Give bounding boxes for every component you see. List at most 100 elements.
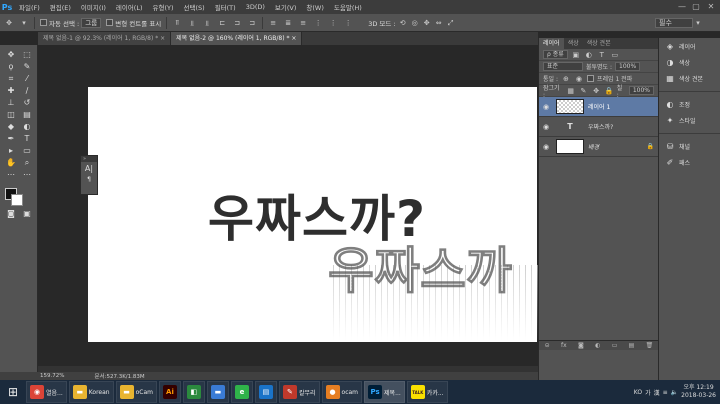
quick-mask-icon[interactable]: ◙ xyxy=(5,208,17,219)
unify-visibility-icon[interactable]: ◉ xyxy=(574,74,584,84)
adjustment-layer-icon[interactable]: ◐ xyxy=(595,342,600,349)
eye-icon[interactable]: ◉ xyxy=(543,103,552,111)
auto-select-dropdown[interactable]: 그룹 xyxy=(81,17,102,28)
3d-scale-icon[interactable]: ⤢ xyxy=(446,18,456,28)
layer-name[interactable]: 우짜스까? xyxy=(588,122,613,131)
adjust-filter-icon[interactable]: ◐ xyxy=(584,50,594,60)
distribute-icon[interactable]: ⋮ xyxy=(343,18,353,28)
tab-color[interactable]: 색상 xyxy=(564,38,583,49)
ime-hangul-indicator[interactable]: 가 xyxy=(645,388,651,397)
ime-hanja-indicator[interactable]: 漢 xyxy=(654,388,660,397)
volume-icon[interactable]: 🔈 xyxy=(671,389,678,396)
path-select-tool-icon[interactable]: ▸ xyxy=(5,145,17,156)
layer-kind-dropdown[interactable]: ρ 종류 xyxy=(543,50,568,59)
screen-mode-icon[interactable]: ▣ xyxy=(21,208,33,219)
layer-row[interactable]: ◉ 배경 🔒 xyxy=(539,137,658,157)
gradient-tool-icon[interactable]: ▤ xyxy=(21,109,33,120)
menu-file[interactable]: 파일(F) xyxy=(14,2,45,12)
taskbar-item-folder-korean[interactable]: ▬ Korean xyxy=(68,381,114,403)
tab-layers[interactable]: 레이어 xyxy=(539,38,564,49)
distribute-icon[interactable]: ≡ xyxy=(268,18,278,28)
menu-filter[interactable]: 필터(T) xyxy=(210,2,241,12)
tab-document-1[interactable]: 제목 없음-1 @ 92.3% (레이어 1, RGB/8) * × xyxy=(38,32,172,45)
dock-item-adjustments[interactable]: ◐ 조정 xyxy=(659,96,720,112)
taskbar-item-app[interactable]: ▤ xyxy=(254,381,277,403)
brush-tool-icon[interactable]: ∕ xyxy=(21,85,33,96)
zoom-level[interactable]: 159.72% xyxy=(40,373,64,379)
taskbar-item-app[interactable]: ▬ xyxy=(206,381,229,403)
pixel-filter-icon[interactable]: ▣ xyxy=(571,50,581,60)
ime-menu-icon[interactable]: ≡ xyxy=(663,389,668,396)
clock[interactable]: 오후 12:19 2018-03-26 xyxy=(681,384,716,400)
menu-view[interactable]: 보기(V) xyxy=(270,2,301,12)
distribute-icon[interactable]: ⋮ xyxy=(313,18,323,28)
align-bottom-icon[interactable]: ⫫ xyxy=(202,18,212,28)
chevron-down-icon[interactable]: ▾ xyxy=(693,18,703,28)
dock-item-styles[interactable]: ✦ 스타일 xyxy=(659,112,720,128)
quick-select-tool-icon[interactable]: ✎ xyxy=(21,61,33,72)
align-left-icon[interactable]: ⊏ xyxy=(217,18,227,28)
stamp-tool-icon[interactable]: ⊥ xyxy=(5,97,17,108)
align-top-icon[interactable]: ⫪ xyxy=(172,18,182,28)
close-button[interactable]: ✕ xyxy=(705,1,717,12)
dock-item-swatches[interactable]: ▦ 색상 견본 xyxy=(659,70,720,86)
shape-tool-icon[interactable]: ▭ xyxy=(21,145,33,156)
ime-indicator[interactable]: KO xyxy=(634,389,642,396)
background-color-swatch[interactable] xyxy=(11,194,23,206)
3d-pan-icon[interactable]: ✥ xyxy=(422,18,432,28)
lock-position-icon[interactable]: ✥ xyxy=(591,86,601,96)
taskbar-item-chrome[interactable]: ◉ 열음... xyxy=(26,381,67,403)
type-tool-icon[interactable]: T xyxy=(21,133,33,144)
eye-icon[interactable]: ◉ xyxy=(543,123,552,131)
eye-icon[interactable]: ◉ xyxy=(543,143,552,151)
menu-3d[interactable]: 3D(D) xyxy=(241,3,270,11)
document-canvas[interactable]: 우짜스까 우짜스까? xyxy=(88,87,538,342)
layer-row[interactable]: ◉ T 우짜스까? xyxy=(539,117,658,137)
menu-select[interactable]: 선택(S) xyxy=(179,2,210,12)
tab-swatches[interactable]: 색상 견본 xyxy=(583,38,615,49)
distribute-icon[interactable]: ≡ xyxy=(298,18,308,28)
eraser-tool-icon[interactable]: ◫ xyxy=(5,109,17,120)
new-group-icon[interactable]: ▭ xyxy=(612,342,618,349)
crop-tool-icon[interactable]: ⌗ xyxy=(5,73,17,84)
menu-image[interactable]: 이미지(I) xyxy=(76,2,111,12)
taskbar-item-ocam[interactable]: ● ocam xyxy=(321,381,363,403)
propagate-checkbox[interactable] xyxy=(586,75,594,82)
auto-select-checkbox[interactable] xyxy=(40,19,47,26)
zoom-tool-icon[interactable]: ⌕ xyxy=(21,157,33,168)
blend-mode-dropdown[interactable]: 표준 xyxy=(543,62,583,71)
workspace-dropdown[interactable]: 필수 xyxy=(655,18,693,28)
new-layer-icon[interactable]: ▤ xyxy=(629,342,635,349)
dodge-tool-icon[interactable]: ◐ xyxy=(21,121,33,132)
3d-slide-icon[interactable]: ⇔ xyxy=(434,18,444,28)
history-brush-tool-icon[interactable]: ↺ xyxy=(21,97,33,108)
pen-tool-icon[interactable]: ✒ xyxy=(5,133,17,144)
move-tool-icon[interactable]: ✥ xyxy=(4,18,14,28)
menu-window[interactable]: 창(W) xyxy=(301,2,328,12)
menu-help[interactable]: 도움말(H) xyxy=(329,2,367,12)
lock-transparency-icon[interactable]: ▦ xyxy=(566,86,576,96)
more-tools-icon[interactable]: ⋯ xyxy=(5,169,17,180)
transform-controls-checkbox[interactable] xyxy=(106,19,114,26)
align-right-icon[interactable]: ⊐ xyxy=(247,18,257,28)
dock-item-channels[interactable]: ⛁ 채널 xyxy=(659,138,720,154)
shape-filter-icon[interactable]: ▭ xyxy=(610,50,620,60)
healing-tool-icon[interactable]: ✚ xyxy=(5,85,17,96)
add-mask-icon[interactable]: ◙ xyxy=(578,342,584,349)
taskbar-item-illustrator[interactable]: Ai xyxy=(158,381,181,403)
menu-type[interactable]: 유형(Y) xyxy=(148,2,179,12)
align-center-icon[interactable]: ⊐ xyxy=(232,18,242,28)
taskbar-item-kakaotalk[interactable]: TALK 카카... xyxy=(406,381,448,403)
minimize-button[interactable]: — xyxy=(676,1,688,12)
type-filter-icon[interactable]: T xyxy=(597,50,607,60)
fill-input[interactable]: 100% xyxy=(628,86,655,95)
dock-item-layers[interactable]: ◈ 레이어 xyxy=(659,38,720,54)
3d-rotate-icon[interactable]: ⟲ xyxy=(398,18,408,28)
distribute-icon[interactable]: ⋮ xyxy=(328,18,338,28)
edit-toolbar-icon[interactable]: ⋯ xyxy=(21,169,33,180)
chevron-down-icon[interactable]: ▾ xyxy=(19,18,29,28)
lock-all-icon[interactable]: 🔒 xyxy=(604,86,614,96)
menu-layer[interactable]: 레이어(L) xyxy=(111,2,148,12)
fx-icon[interactable]: fx xyxy=(561,342,567,349)
eyedropper-tool-icon[interactable]: ⁄ xyxy=(21,73,33,84)
